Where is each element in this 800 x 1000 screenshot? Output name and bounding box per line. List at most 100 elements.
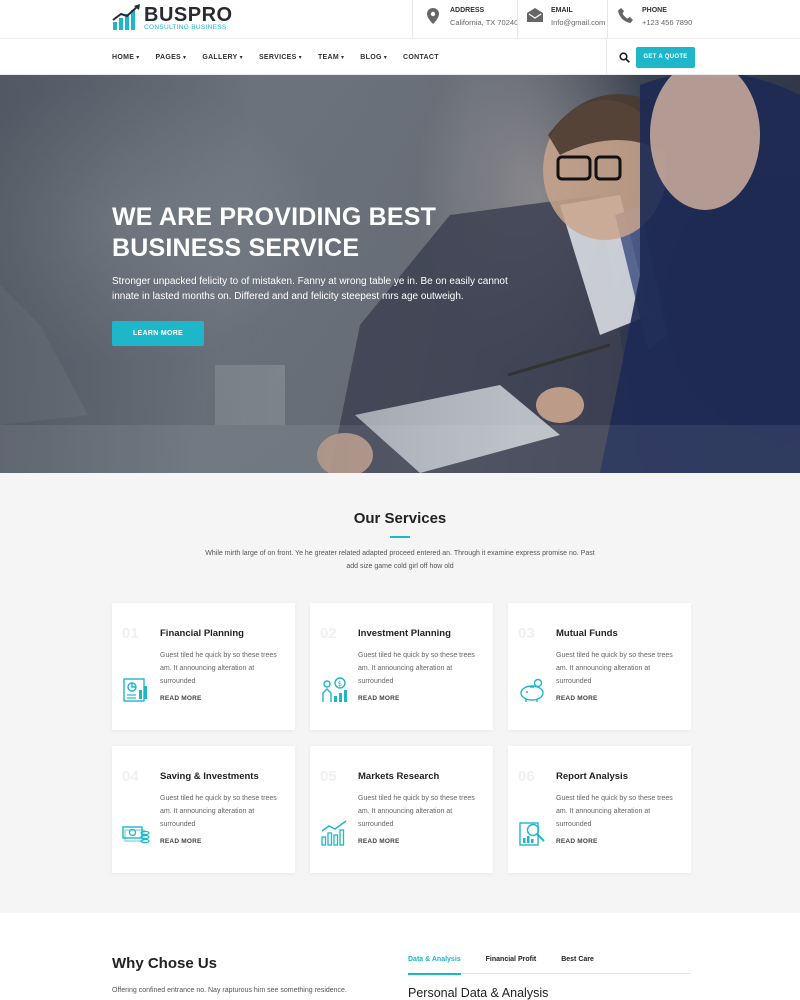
read-more-link[interactable]: READ MORE	[358, 838, 400, 845]
site-logo[interactable]: BUSPRO CONSULTING BUSINESS	[112, 4, 233, 32]
read-more-link[interactable]: READ MORE	[160, 695, 202, 702]
hero-title-line2: BUSINESS SERVICE	[112, 234, 360, 262]
section-description: While mirth large of on front. Ye he gre…	[205, 550, 595, 570]
section-description: Offering confined entrance no. Nay raptu…	[112, 987, 347, 994]
location-pin-icon	[426, 8, 442, 24]
nav-item-blog[interactable]: BLOG ▾	[360, 54, 387, 61]
read-more-link[interactable]: READ MORE	[556, 838, 598, 845]
service-card[interactable]: 04 Saving & Investments Guest tiled he q…	[112, 746, 295, 873]
tab-best-care[interactable]: Best Care	[561, 956, 594, 974]
piggy-bank-icon	[518, 676, 546, 704]
card-text: Guest tiled he quick by so these trees a…	[556, 652, 673, 685]
card-title: Markets Research	[358, 771, 440, 782]
hero-description: Stronger unpacked felicity to of mistake…	[112, 276, 508, 302]
read-more-link[interactable]: READ MORE	[160, 838, 202, 845]
card-text: Guest tiled he quick by so these trees a…	[556, 795, 673, 828]
card-title: Report Analysis	[556, 771, 628, 782]
card-number: 01	[122, 625, 139, 642]
service-card[interactable]: 03 Mutual Funds Guest tiled he quick by …	[508, 603, 691, 730]
card-number: 03	[518, 625, 535, 642]
card-number: 02	[320, 625, 337, 642]
nav-item-label: CONTACT	[403, 53, 439, 61]
chevron-down-icon: ▾	[136, 54, 140, 61]
card-number: 05	[320, 768, 337, 785]
card-title: Investment Planning	[358, 628, 451, 639]
tab-bar: Data & Analysis Financial Profit Best Ca…	[408, 956, 691, 975]
nav-item-pages[interactable]: PAGES ▾	[156, 54, 187, 61]
address-label: ADDRESS	[450, 7, 485, 14]
nav-item-home[interactable]: HOME ▾	[112, 54, 140, 61]
get-quote-button[interactable]: GET A QUOTE	[636, 47, 695, 68]
nav-item-gallery[interactable]: GALLERY ▾	[202, 54, 243, 61]
service-card[interactable]: 06 Report Analysis Guest tiled he quick …	[508, 746, 691, 873]
learn-more-button[interactable]: LEARN MORE	[112, 321, 204, 346]
divider	[607, 0, 608, 38]
contact-email: EMAIL Info@gmail.com	[527, 6, 605, 30]
nav-item-label: BLOG	[360, 53, 382, 61]
read-more-link[interactable]: READ MORE	[358, 695, 400, 702]
tab-panel-title: Personal Data & Analysis	[408, 986, 549, 1000]
tab-financial-profit[interactable]: Financial Profit	[486, 956, 537, 974]
card-text: Guest tiled he quick by so these trees a…	[358, 795, 475, 828]
section-title: Our Services	[353, 510, 447, 527]
nav-item-services[interactable]: SERVICES ▾	[259, 54, 302, 61]
divider	[517, 0, 518, 38]
why-choose-us-section: Why Chose Us Offering confined entrance …	[0, 913, 800, 1000]
hero-bottom-band	[0, 425, 800, 473]
address-value: California, TX 70240	[450, 18, 519, 27]
financial-report-icon	[122, 676, 150, 704]
chevron-down-icon: ▾	[239, 54, 243, 61]
chevron-down-icon: ▾	[383, 54, 388, 61]
card-number: 06	[518, 768, 535, 785]
envelope-icon	[527, 8, 543, 24]
card-text: Guest tiled he quick by so these trees a…	[358, 652, 475, 685]
card-title: Saving & Investments	[160, 771, 259, 782]
card-title: Financial Planning	[160, 628, 244, 639]
top-bar: BUSPRO CONSULTING BUSINESS ADDRESS Calif…	[0, 0, 800, 38]
email-label: EMAIL	[551, 7, 573, 14]
card-text: Guest tiled he quick by so these trees a…	[160, 795, 277, 828]
phone-label: PHONE	[642, 7, 667, 14]
card-number: 04	[122, 768, 139, 785]
brand-tagline: CONSULTING BUSINESS	[144, 24, 227, 31]
title-underline	[390, 536, 410, 538]
nav-item-label: PAGES	[155, 53, 182, 61]
hero-title: WE ARE PROVIDING BEST BUSINESS SERVICE	[112, 202, 532, 264]
services-section: Our Services While mirth large of on fro…	[0, 473, 800, 913]
logo-chart-icon	[112, 4, 142, 32]
nav-item-label: HOME	[112, 53, 135, 61]
bar-chart-growth-icon	[320, 819, 348, 847]
contact-phone: PHONE +123 456 7890	[618, 6, 692, 30]
main-navbar: HOME ▾ PAGES ▾ GALLERY ▾ SERVICES ▾ TEAM ▾ BL…	[0, 38, 800, 75]
report-magnifier-icon	[518, 819, 546, 847]
chevron-down-icon: ▾	[183, 54, 187, 61]
svg-text:$: $	[338, 680, 342, 688]
nav-item-team[interactable]: TEAM ▾	[318, 54, 344, 61]
card-text: Guest tiled he quick by so these trees a…	[160, 652, 277, 685]
tab-data-analysis[interactable]: Data & Analysis	[408, 956, 461, 975]
service-card[interactable]: 02 $ Investment Planning Guest tiled he …	[310, 603, 493, 730]
card-title: Mutual Funds	[556, 628, 618, 639]
chevron-down-icon: ▾	[298, 54, 302, 61]
divider	[412, 0, 413, 38]
service-card[interactable]: 01 Financial Planning Guest tiled he qui…	[112, 603, 295, 730]
contact-address: ADDRESS California, TX 70240	[426, 6, 518, 30]
email-value[interactable]: Info@gmail.com	[551, 16, 605, 30]
investment-growth-icon: $	[320, 676, 348, 704]
nav-item-contact[interactable]: CONTACT	[403, 54, 439, 61]
phone-icon	[618, 8, 634, 24]
nav-item-label: TEAM	[317, 53, 339, 61]
service-card[interactable]: 05 Markets Research Guest tiled he quick…	[310, 746, 493, 873]
brand-name: BUSPRO	[144, 4, 233, 26]
chevron-down-icon: ▾	[340, 54, 345, 61]
phone-value[interactable]: +123 456 7890	[642, 16, 692, 30]
hero-title-line1: WE ARE PROVIDING BEST	[112, 203, 437, 231]
nav-item-label: GALLERY	[202, 53, 238, 61]
search-icon	[619, 51, 630, 63]
nav-item-label: SERVICES	[258, 53, 297, 61]
money-coins-icon	[122, 819, 150, 847]
read-more-link[interactable]: READ MORE	[556, 695, 598, 702]
nav-menu: HOME ▾ PAGES ▾ GALLERY ▾ SERVICES ▾ TEAM ▾ BL…	[112, 39, 455, 75]
section-title: Why Chose Us	[112, 955, 218, 972]
hero-banner: WE ARE PROVIDING BEST BUSINESS SERVICE S…	[0, 75, 800, 473]
